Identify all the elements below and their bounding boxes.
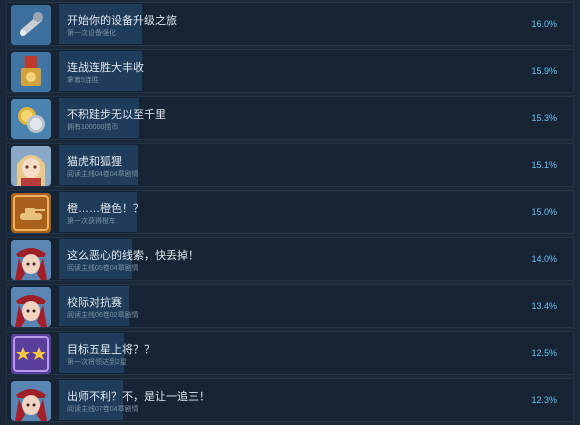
achievement-row[interactable]: 校际对抗赛 阅读主线06卷02章剧情 13.4% (6, 284, 574, 328)
achievement-description: 第一次设备强化 (67, 30, 116, 37)
achievement-title: 这么恶心的线索，快丢掉！ (67, 250, 199, 262)
unlock-percentage: 12.3% (531, 395, 557, 405)
unlock-percentage: 15.9% (531, 66, 557, 76)
officer-portrait-icon (11, 240, 51, 280)
officer-portrait-icon (11, 381, 51, 421)
achievement-description: 阅读主线07卷04章剧情 (67, 406, 139, 413)
achievement-description: 第一次将领达到2星 (67, 359, 127, 366)
unlock-percentage: 12.5% (531, 348, 557, 358)
achievement-row[interactable]: 橙……橙色！？ 第一次获得橙车 15.0% (6, 190, 574, 234)
two-stars-icon (11, 334, 51, 374)
achievement-title: 连战连胜大丰收 (67, 62, 144, 74)
unlock-percentage: 16.0% (531, 19, 557, 29)
unlock-percentage: 15.0% (531, 207, 557, 217)
achievement-description: 阅读主线05卷04章剧情 (67, 265, 139, 272)
achievement-description: 拿着5连胜 (67, 77, 99, 84)
tank-icon (11, 193, 51, 233)
achievement-description: 拥有100000捞币 (67, 124, 119, 131)
achievement-row[interactable]: 目标五星上将？？ 第一次将领达到2星 12.5% (6, 331, 574, 375)
achievement-title: 出师不利？不，是让一追三！ (67, 391, 210, 403)
coins-icon (11, 99, 51, 139)
wrench-upgrade-icon (11, 5, 51, 45)
unlock-percentage: 15.3% (531, 113, 557, 123)
achievement-description: 阅读主线06卷02章剧情 (67, 312, 139, 319)
unlock-percentage: 13.4% (531, 301, 557, 311)
achievement-row[interactable]: 不积跬步无以至千里 拥有100000捞币 15.3% (6, 96, 574, 140)
achievement-description: 第一次获得橙车 (67, 218, 116, 225)
achievement-description: 阅读主线04卷04章剧情 (67, 171, 139, 178)
unlock-percentage: 14.0% (531, 254, 557, 264)
achievement-title: 猫虎和狐狸 (67, 156, 122, 168)
unlock-percentage: 15.1% (531, 160, 557, 170)
achievement-title: 校际对抗赛 (67, 297, 122, 309)
officer-portrait-icon (11, 287, 51, 327)
character-portrait-icon (11, 146, 51, 186)
achievement-row[interactable]: 猫虎和狐狸 阅读主线04卷04章剧情 15.1% (6, 143, 574, 187)
achievement-title: 开始你的设备升级之旅 (67, 15, 177, 27)
achievement-row[interactable]: 连战连胜大丰收 拿着5连胜 15.9% (6, 49, 574, 93)
achievement-list: 开始你的设备升级之旅 第一次设备强化 16.0% 连战连胜大丰收 拿着5连胜 1… (0, 0, 580, 425)
achievement-row[interactable]: 这么恶心的线索，快丢掉！ 阅读主线05卷04章剧情 14.0% (6, 237, 574, 281)
achievement-row[interactable]: 开始你的设备升级之旅 第一次设备强化 16.0% (6, 2, 574, 46)
achievement-title: 目标五星上将？？ (67, 344, 155, 356)
achievement-row[interactable]: 出师不利？不，是让一追三！ 阅读主线07卷04章剧情 12.3% (6, 378, 574, 422)
achievement-title: 不积跬步无以至千里 (67, 109, 166, 121)
medal-icon (11, 52, 51, 92)
achievement-title: 橙……橙色！？ (67, 203, 144, 215)
